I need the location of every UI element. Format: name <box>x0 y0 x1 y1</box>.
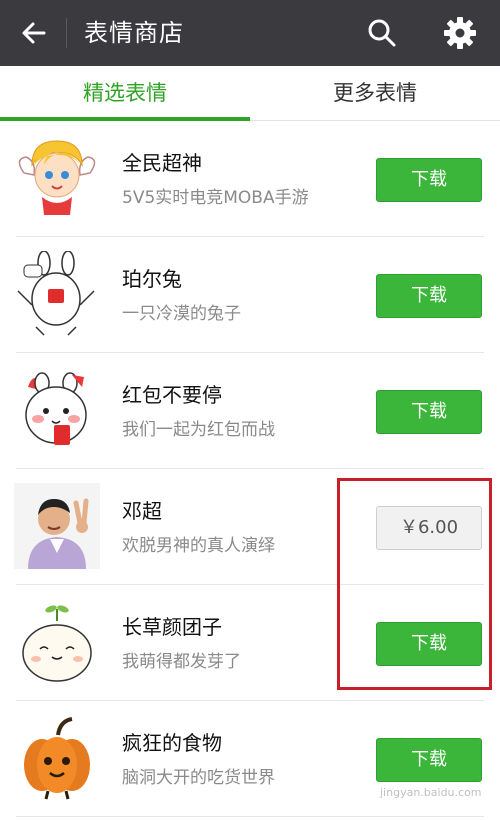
rabbit-sticker-icon <box>17 251 95 336</box>
item-desc: 5V5实时电竞MOBA手游 <box>122 188 309 208</box>
download-button[interactable]: 下载 <box>376 158 482 202</box>
top-bar: 表情商店 <box>0 0 500 66</box>
bunny-redpacket-sticker-icon <box>25 372 87 445</box>
download-button[interactable]: 下载 <box>376 738 482 782</box>
list-item[interactable]: 珀尔兔 一只冷漠的兔子 下载 <box>0 237 500 353</box>
back-button[interactable] <box>14 13 54 53</box>
item-desc: 我们一起为红包而战 <box>122 420 275 440</box>
page-title: 表情商店 <box>84 19 184 47</box>
item-name: 红包不要停 <box>122 383 222 407</box>
item-name: 邓超 <box>122 499 162 523</box>
item-name: 长草颜团子 <box>122 615 222 639</box>
gear-icon <box>444 17 476 49</box>
list-item[interactable]: 疯狂的食物 脑洞大开的吃货世界 下载 <box>0 701 500 817</box>
sprout-dumpling-sticker-icon <box>22 605 92 682</box>
settings-button[interactable] <box>440 13 480 53</box>
item-desc: 脑洞大开的吃货世界 <box>122 768 275 788</box>
tab-featured-label: 精选表情 <box>83 81 167 105</box>
cherub-sticker-icon <box>18 140 96 215</box>
download-button[interactable]: 下载 <box>376 390 482 434</box>
sticker-list: 全民超神 5V5实时电竞MOBA手游 下载 珀尔兔 一只冷漠的兔子 下载 红包不… <box>0 121 500 817</box>
search-icon <box>368 19 396 47</box>
header-divider <box>66 18 67 48</box>
person-photo-icon <box>14 483 100 569</box>
pumpkin-sticker-icon <box>24 717 90 800</box>
item-desc: 欢脱男神的真人演绎 <box>122 536 275 556</box>
item-name: 全民超神 <box>122 151 202 175</box>
item-desc: 我萌得都发芽了 <box>122 652 241 672</box>
search-button[interactable] <box>362 13 402 53</box>
divider <box>16 816 484 817</box>
item-name: 珀尔兔 <box>122 267 182 291</box>
highlight-annotation-box <box>337 478 492 690</box>
watermark-text: jingyan.baidu.com <box>380 786 482 799</box>
arrow-left-icon <box>22 22 46 44</box>
tab-more-label: 更多表情 <box>333 81 417 105</box>
item-name: 疯狂的食物 <box>122 731 222 755</box>
tab-more[interactable]: 更多表情 <box>250 66 500 120</box>
list-item[interactable]: 红包不要停 我们一起为红包而战 下载 <box>0 353 500 469</box>
tab-bar: 精选表情 更多表情 <box>0 66 500 121</box>
item-desc: 一只冷漠的兔子 <box>122 304 241 324</box>
tab-featured[interactable]: 精选表情 <box>0 66 250 121</box>
download-button[interactable]: 下载 <box>376 274 482 318</box>
list-item[interactable]: 全民超神 5V5实时电竞MOBA手游 下载 <box>0 121 500 237</box>
